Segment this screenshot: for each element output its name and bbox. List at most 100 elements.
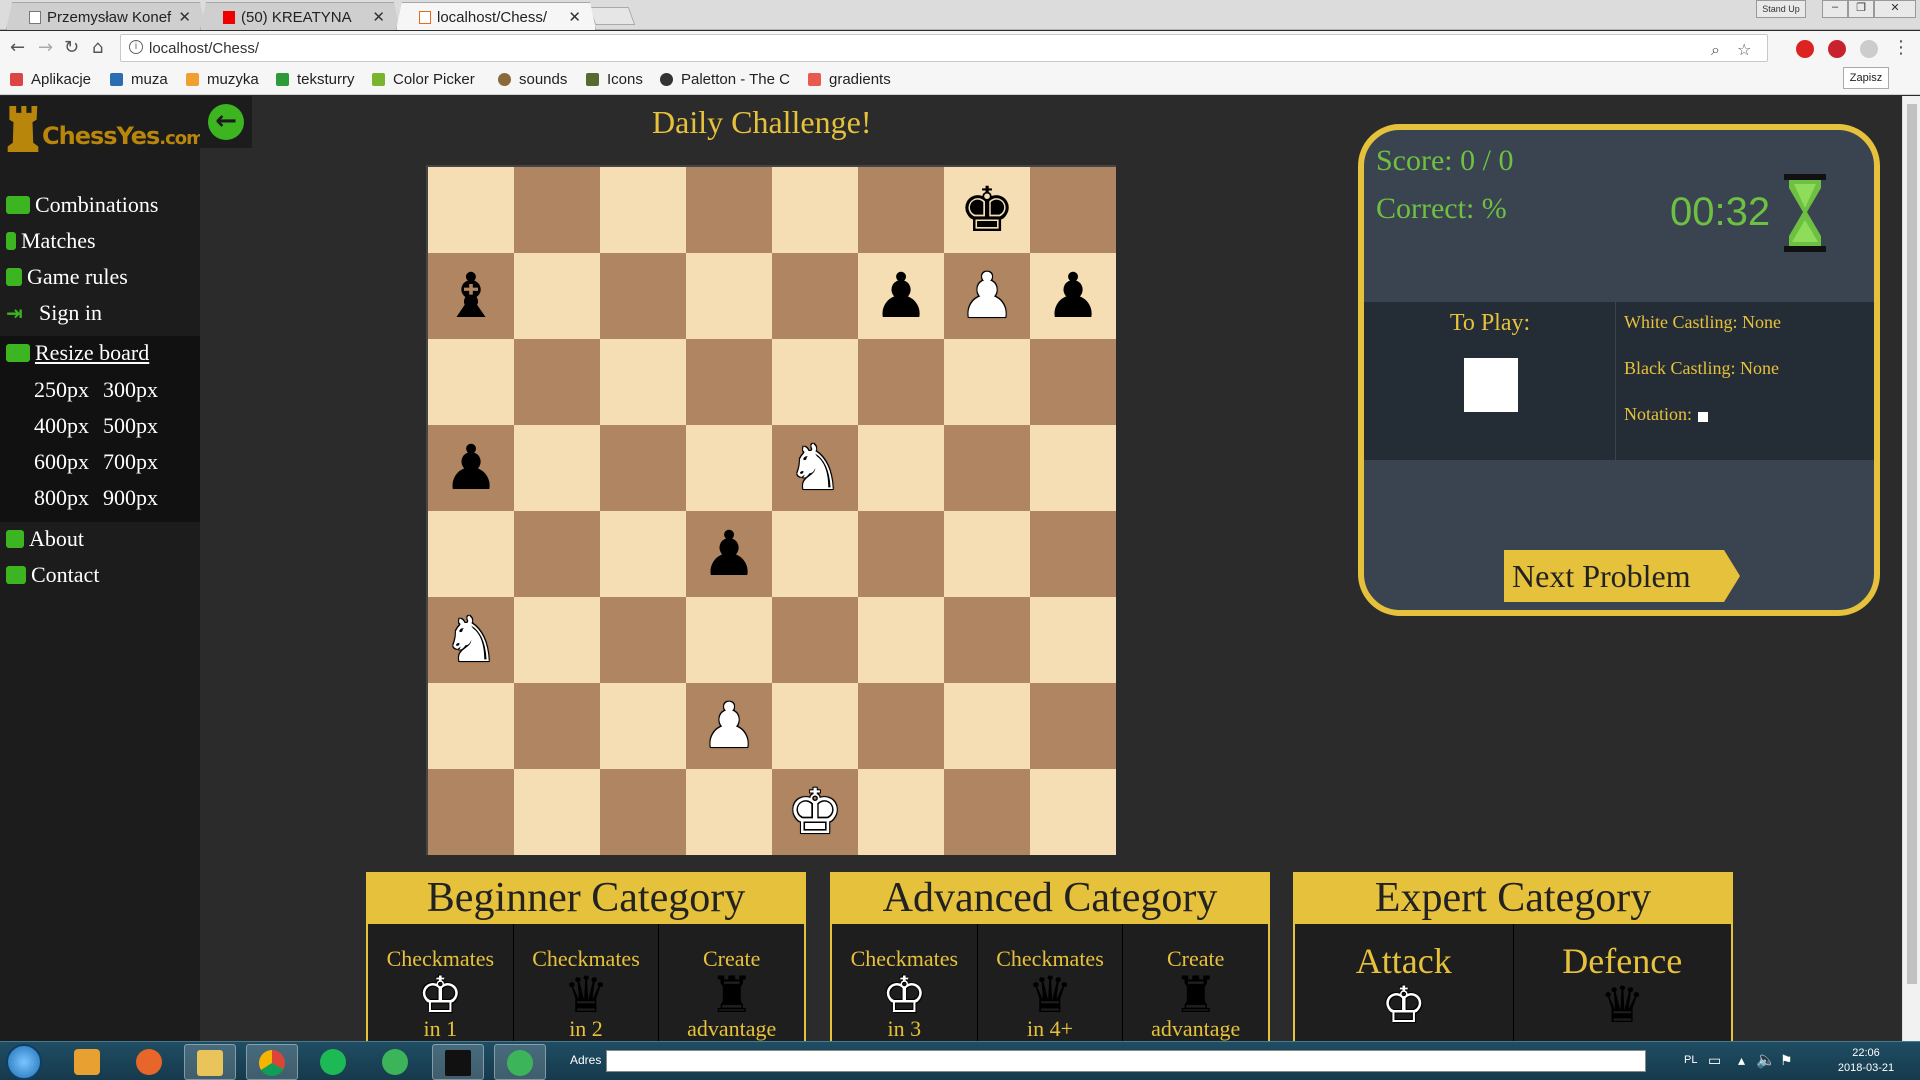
- board-square[interactable]: [772, 253, 858, 339]
- chess-board[interactable]: ♚ ♝ ♟ ♟ ♟ ♟ ♞ ♟ ♞ ♟ ♚: [426, 165, 1116, 855]
- board-square[interactable]: [858, 339, 944, 425]
- browser-tab-active[interactable]: localhost/Chess/ ✕: [396, 2, 596, 30]
- taskbar-media-player[interactable]: [62, 1044, 114, 1080]
- board-square[interactable]: [600, 167, 686, 253]
- category-item[interactable]: Create ♜ advantage: [659, 924, 804, 1041]
- volume-icon[interactable]: 🔈: [1756, 1050, 1776, 1070]
- board-square[interactable]: [686, 597, 772, 683]
- start-button[interactable]: [6, 1044, 42, 1080]
- board-square[interactable]: [1030, 425, 1116, 511]
- bookmark-item[interactable]: Icons: [586, 71, 643, 88]
- board-square[interactable]: [1030, 339, 1116, 425]
- size-option[interactable]: 800px: [34, 485, 89, 510]
- flag-icon[interactable]: ⚑: [1780, 1052, 1793, 1069]
- adblock-icon[interactable]: [1796, 40, 1814, 58]
- black-pawn-icon[interactable]: ♟: [1045, 265, 1101, 327]
- bookmark-item[interactable]: sounds: [498, 71, 567, 88]
- board-square[interactable]: [428, 339, 514, 425]
- browser-tab[interactable]: Przemysław Konef ✕: [6, 2, 206, 30]
- category-item[interactable]: Checkmates ♔ in 3: [832, 924, 978, 1041]
- board-square[interactable]: [686, 425, 772, 511]
- board-square[interactable]: [1030, 769, 1116, 855]
- board-square[interactable]: ♞: [428, 597, 514, 683]
- reload-icon[interactable]: ↻: [64, 37, 79, 58]
- board-square[interactable]: [600, 769, 686, 855]
- browser-tab[interactable]: (50) KREATYNA ✕: [200, 2, 400, 30]
- size-option[interactable]: 300px: [103, 377, 158, 402]
- board-square[interactable]: [772, 167, 858, 253]
- board-square[interactable]: ♟: [1030, 253, 1116, 339]
- network-icon[interactable]: ▭: [1708, 1052, 1721, 1069]
- bookmark-apps[interactable]: Aplikacje: [10, 71, 91, 88]
- board-square[interactable]: [600, 253, 686, 339]
- white-knight-icon[interactable]: ♞: [787, 437, 843, 499]
- maximize-button[interactable]: ❐: [1848, 0, 1874, 18]
- category-item[interactable]: Defence ♛: [1514, 924, 1732, 1041]
- board-square[interactable]: [944, 683, 1030, 769]
- address-toolbar-input[interactable]: [606, 1050, 1646, 1072]
- close-icon[interactable]: ✕: [372, 8, 385, 26]
- board-square[interactable]: [944, 339, 1030, 425]
- bookmark-item[interactable]: Paletton - The C: [660, 71, 790, 88]
- board-square[interactable]: ♝: [428, 253, 514, 339]
- language-indicator[interactable]: PL: [1684, 1054, 1697, 1066]
- resize-board-toggle[interactable]: Resize board: [0, 336, 200, 372]
- board-square[interactable]: [1030, 167, 1116, 253]
- system-clock[interactable]: 22:06 2018-03-21: [1836, 1046, 1896, 1076]
- notation-checkbox[interactable]: [1698, 412, 1708, 422]
- board-square[interactable]: [772, 597, 858, 683]
- board-square[interactable]: [514, 683, 600, 769]
- scrollbar-thumb[interactable]: [1907, 104, 1917, 984]
- taskbar-atom-2[interactable]: [494, 1044, 546, 1080]
- menu-icon[interactable]: ⋮: [1892, 37, 1910, 58]
- board-square[interactable]: [1030, 511, 1116, 597]
- taskbar-terminal[interactable]: [432, 1044, 484, 1080]
- taskbar-explorer[interactable]: [184, 1044, 236, 1080]
- board-square[interactable]: [428, 683, 514, 769]
- close-window-button[interactable]: ✕: [1874, 0, 1916, 18]
- extension-icon[interactable]: [1860, 40, 1878, 58]
- board-square[interactable]: [600, 425, 686, 511]
- board-square[interactable]: [428, 167, 514, 253]
- white-knight-icon[interactable]: ♞: [443, 609, 499, 671]
- bookmark-item[interactable]: Color Picker: [372, 71, 475, 88]
- board-square[interactable]: ♚: [944, 167, 1030, 253]
- board-square[interactable]: ♞: [772, 425, 858, 511]
- home-icon[interactable]: ⌂: [92, 37, 103, 58]
- board-square[interactable]: [514, 769, 600, 855]
- minimize-button[interactable]: –: [1822, 0, 1848, 18]
- board-square[interactable]: [858, 425, 944, 511]
- board-square[interactable]: [514, 511, 600, 597]
- board-square[interactable]: [858, 597, 944, 683]
- board-square[interactable]: [514, 425, 600, 511]
- board-square[interactable]: [514, 253, 600, 339]
- board-square[interactable]: [686, 167, 772, 253]
- board-square[interactable]: [600, 511, 686, 597]
- board-square[interactable]: [686, 339, 772, 425]
- taskbar-firefox[interactable]: [124, 1044, 176, 1080]
- black-pawn-icon[interactable]: ♟: [443, 437, 499, 499]
- menu-item-combinations[interactable]: Combinations: [0, 188, 200, 224]
- white-pawn-icon[interactable]: ♟: [701, 695, 757, 757]
- save-button[interactable]: Zapisz: [1843, 67, 1889, 89]
- board-square[interactable]: ♟: [858, 253, 944, 339]
- black-king-icon[interactable]: ♚: [959, 179, 1015, 241]
- menu-item-matches[interactable]: Matches: [0, 224, 200, 260]
- new-tab-button[interactable]: [588, 7, 636, 25]
- board-square[interactable]: [944, 597, 1030, 683]
- board-square[interactable]: [428, 769, 514, 855]
- board-square[interactable]: [858, 167, 944, 253]
- menu-item-game-rules[interactable]: Game rules: [0, 260, 200, 296]
- menu-item-about[interactable]: About: [0, 522, 200, 558]
- board-square[interactable]: ♟: [686, 511, 772, 597]
- board-square[interactable]: [514, 339, 600, 425]
- board-square[interactable]: [858, 683, 944, 769]
- white-pawn-icon[interactable]: ♟: [959, 265, 1015, 327]
- black-pawn-icon[interactable]: ♟: [873, 265, 929, 327]
- category-item[interactable]: Attack ♔: [1295, 924, 1514, 1041]
- category-item[interactable]: Checkmates ♛ in 4+: [978, 924, 1124, 1041]
- board-square[interactable]: [772, 683, 858, 769]
- size-option[interactable]: 250px: [34, 377, 89, 402]
- size-option[interactable]: 900px: [103, 485, 158, 510]
- forward-icon[interactable]: →: [38, 37, 53, 58]
